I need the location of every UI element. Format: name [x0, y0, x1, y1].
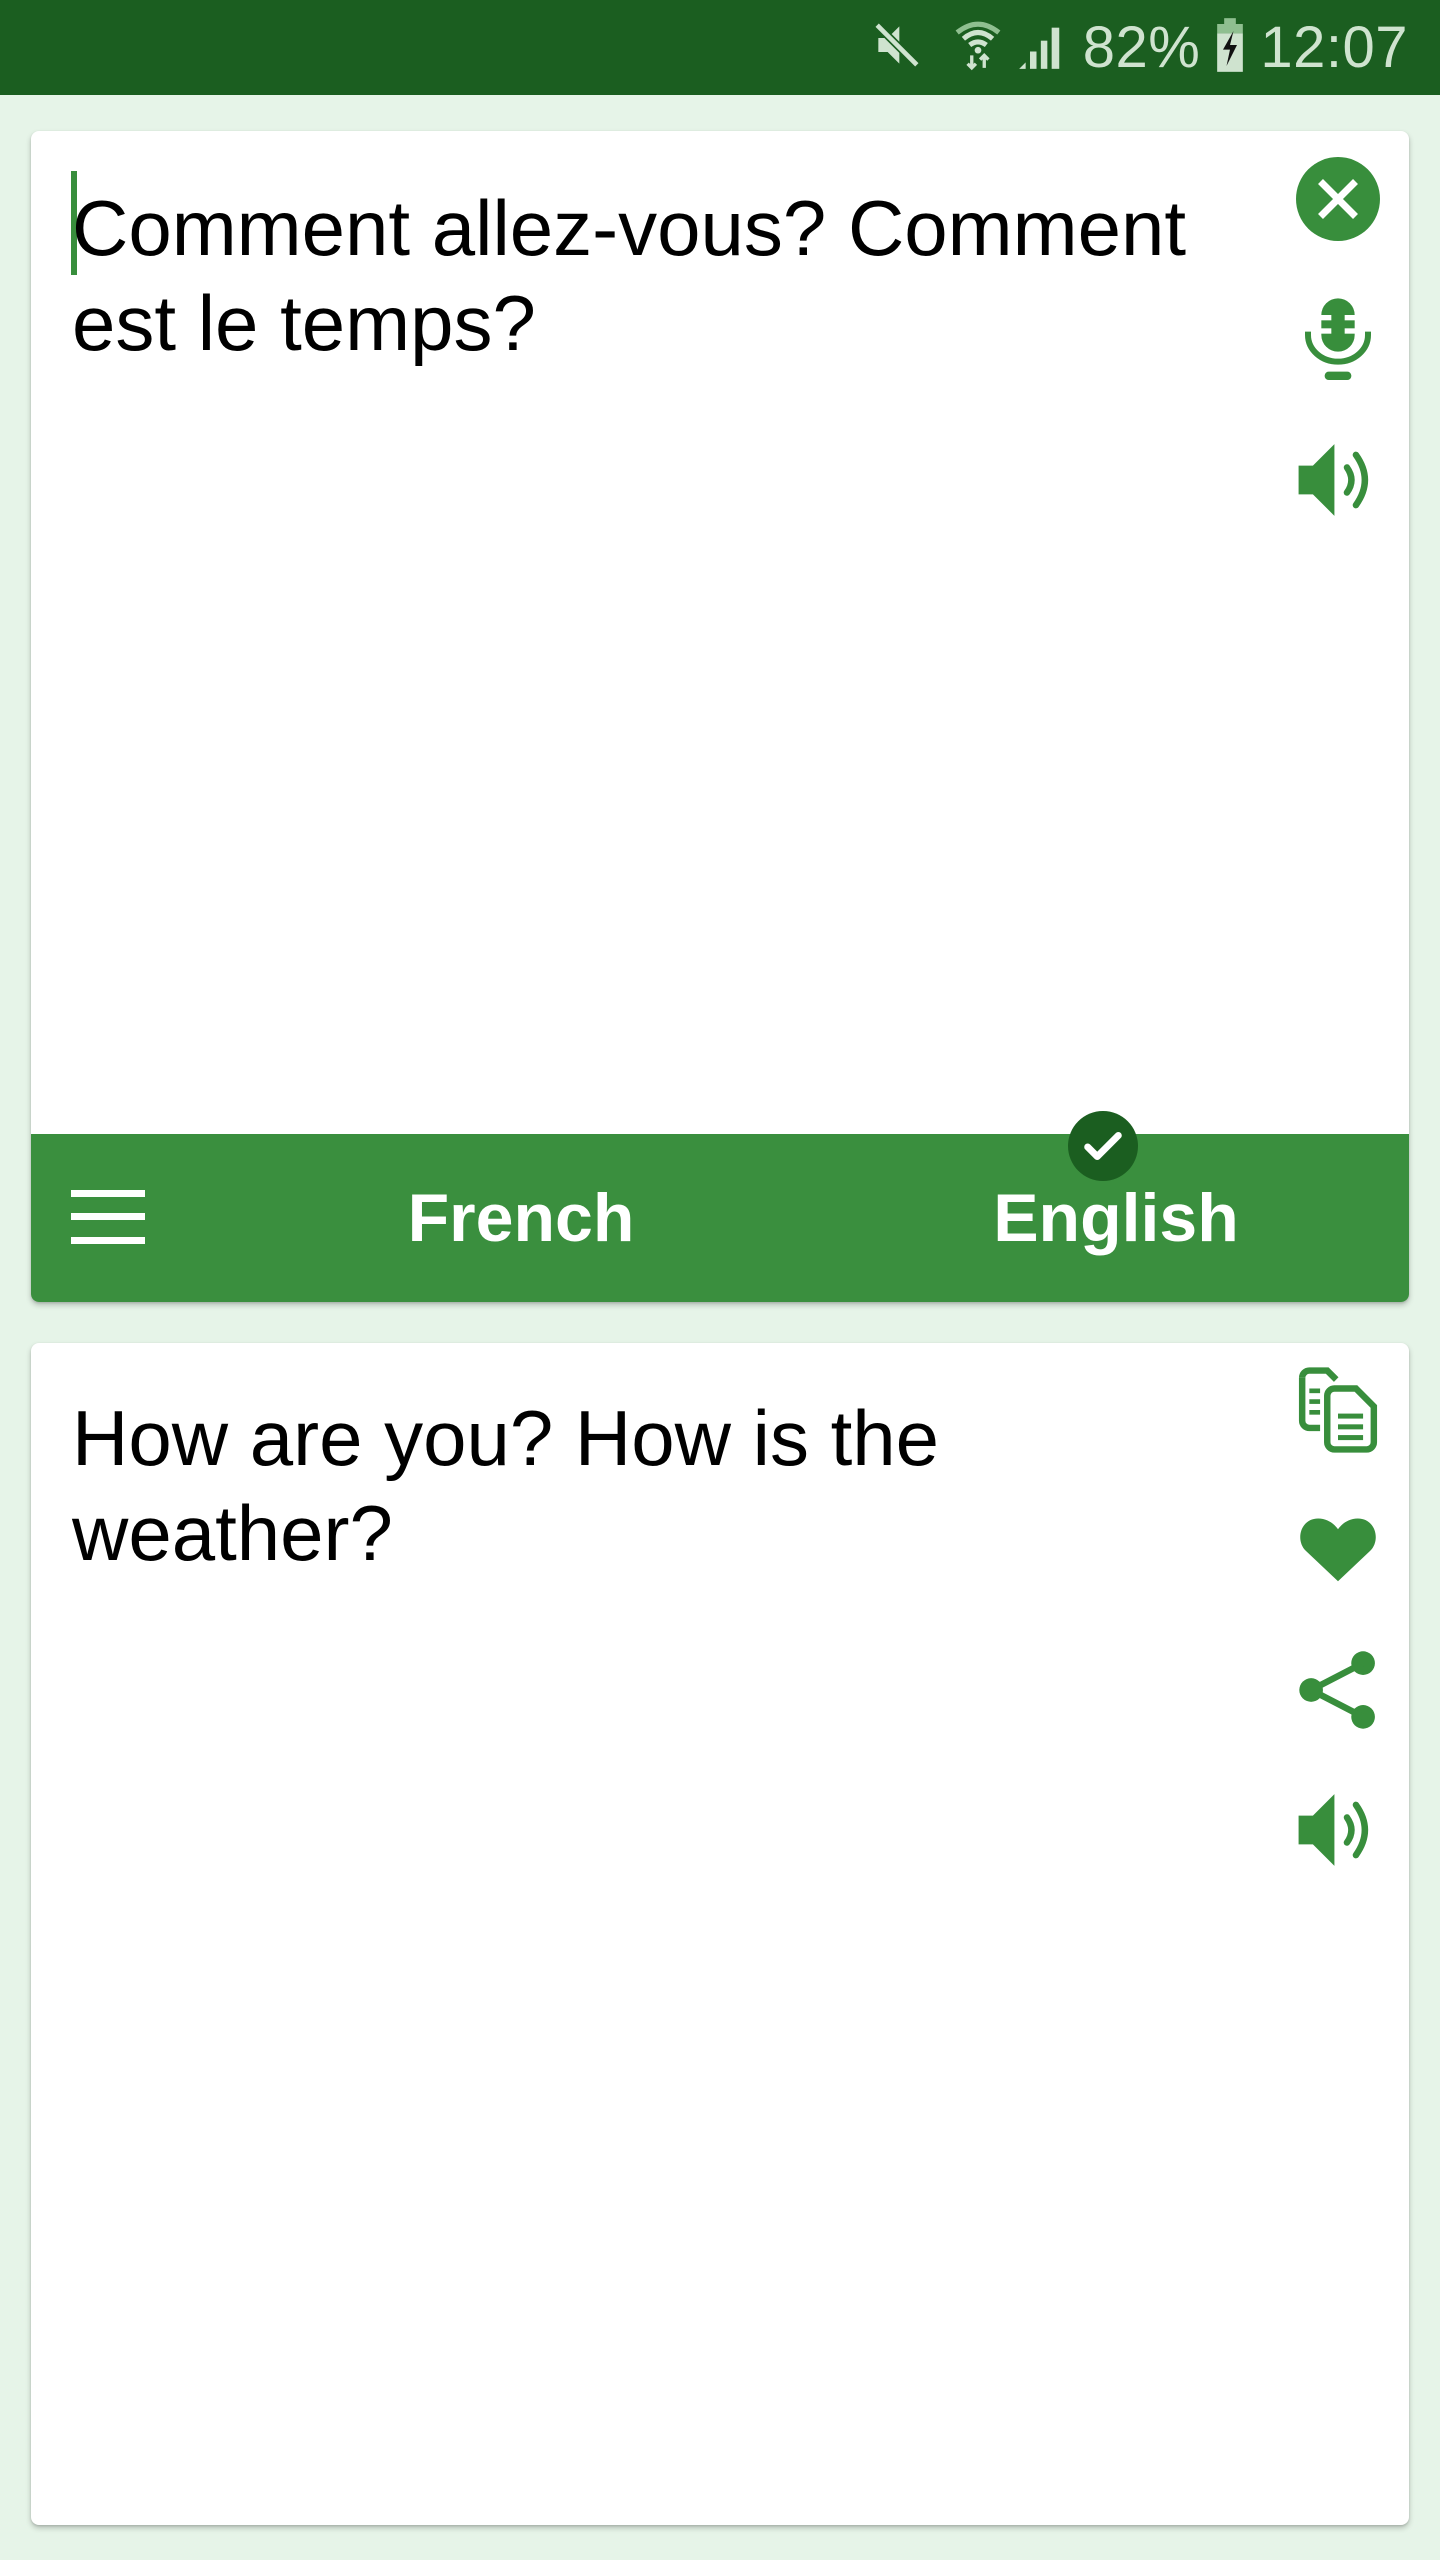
- language-bar: French English: [31, 1111, 1409, 1302]
- wifi-icon: [953, 17, 1003, 78]
- mute-icon: [869, 17, 925, 78]
- battery-charging-icon: [1214, 17, 1246, 78]
- close-circle-icon: [1296, 156, 1380, 246]
- microphone-icon: [1298, 295, 1378, 390]
- input-card: Comment allez-vous? Comment est le temps…: [31, 131, 1409, 1302]
- favorite-button[interactable]: [1293, 1506, 1383, 1596]
- source-language-button[interactable]: French: [331, 1134, 711, 1302]
- speaker-icon: [1295, 437, 1381, 528]
- hamburger-menu-icon: [71, 1190, 145, 1197]
- heart-icon: [1295, 1506, 1381, 1597]
- share-icon: [1295, 1647, 1381, 1738]
- voice-input-button[interactable]: [1293, 297, 1383, 387]
- check-icon: [1068, 1111, 1138, 1181]
- status-bar-right: 82% 12:07: [869, 0, 1408, 95]
- menu-button[interactable]: [71, 1190, 145, 1244]
- battery-percent: 82%: [1082, 15, 1201, 80]
- copy-button[interactable]: [1293, 1366, 1383, 1458]
- signal-icon: [1017, 17, 1069, 78]
- clock: 12:07: [1260, 15, 1408, 80]
- hamburger-menu-icon-line: [71, 1213, 145, 1220]
- output-card: How are you? How is the weather?: [31, 1343, 1409, 2525]
- speak-output-button[interactable]: [1293, 1787, 1383, 1877]
- translated-text: How are you? How is the weather?: [72, 1394, 940, 1577]
- share-button[interactable]: [1293, 1647, 1383, 1737]
- status-bar: 82% 12:07: [0, 0, 1440, 95]
- source-text-input[interactable]: Comment allez-vous? Comment est le temps…: [72, 181, 1252, 371]
- clear-button[interactable]: [1293, 156, 1383, 246]
- hamburger-menu-icon-line: [71, 1237, 145, 1244]
- speaker-icon: [1295, 1787, 1381, 1878]
- speak-input-button[interactable]: [1293, 437, 1383, 527]
- copy-icon: [1295, 1366, 1381, 1458]
